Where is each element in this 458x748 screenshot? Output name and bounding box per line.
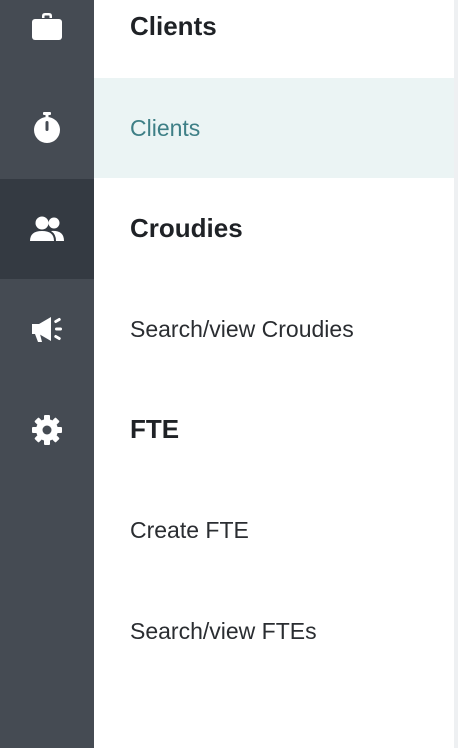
panel-edge: [454, 0, 458, 748]
menu-item-clients[interactable]: Clients: [94, 78, 454, 178]
stopwatch-icon: [34, 112, 60, 143]
rail-item-briefcase[interactable]: [0, 0, 94, 77]
clients-heading: Clients: [130, 10, 217, 41]
rail-item-campaigns[interactable]: [0, 279, 94, 379]
croudies-heading: Croudies: [130, 212, 243, 243]
users-icon: [30, 216, 64, 241]
submenu-panel: Clients Clients Croudies Search/view Cro…: [94, 0, 454, 748]
menu-item-search-ftes[interactable]: Search/view FTEs: [94, 581, 454, 681]
rail-item-users[interactable]: [0, 179, 94, 279]
rail-item-settings[interactable]: [0, 380, 94, 480]
menu-item-create-fte[interactable]: Create FTE: [94, 480, 454, 580]
menu-item-search-croudies[interactable]: Search/view Croudies: [94, 279, 454, 379]
gear-icon: [32, 415, 62, 445]
rail-item-timer[interactable]: [0, 78, 94, 178]
icon-rail: [0, 0, 94, 748]
megaphone-icon: [32, 317, 62, 342]
fte-heading: FTE: [130, 413, 180, 444]
briefcase-icon: [32, 13, 62, 40]
